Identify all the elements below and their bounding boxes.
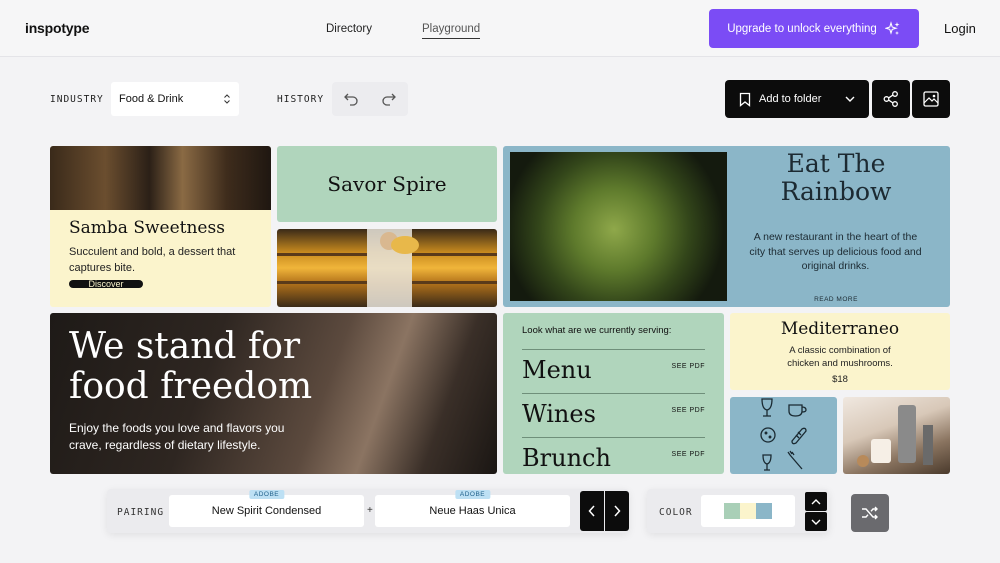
card-mediterraneo: Mediterraneo A classic combination of ch… [730, 313, 950, 390]
savor-title: Savor Spire [327, 172, 447, 196]
bookmark-icon [739, 92, 751, 107]
pairing-toolbar: PAIRING ADOBE New Spirit Condensed + ADO… [107, 489, 629, 533]
shuffle-button[interactable] [851, 494, 889, 532]
menu-row: Wines SEE PDF [522, 393, 705, 437]
add-to-folder-button[interactable]: Add to folder [725, 80, 869, 118]
menu-row: Brunch SEE PDF [522, 437, 705, 474]
med-price: $18 [832, 374, 848, 385]
coffee-cup-icon [788, 404, 807, 417]
freedom-body: Enjoy the foods you love and flavors you… [69, 421, 285, 452]
prev-color-button[interactable] [805, 492, 827, 511]
see-pdf-link[interactable]: SEE PDF [672, 451, 705, 458]
menu-item-label: Brunch [522, 444, 611, 472]
color-swatch [756, 503, 772, 519]
med-body: A classic combination of chicken and mus… [787, 345, 893, 369]
redo-button[interactable] [370, 82, 408, 116]
card-food-freedom: We stand for food freedom Enjoy the food… [50, 313, 497, 474]
sparkle-icon [884, 20, 900, 35]
industry-select[interactable]: Food & Drink [111, 82, 239, 116]
history-controls [332, 82, 408, 116]
adobe-badge: ADOBE [454, 490, 491, 499]
color-toolbar: COLOR [647, 489, 829, 533]
wine-glass-icon [761, 398, 773, 417]
apple-photo [510, 152, 727, 301]
share-button[interactable] [872, 80, 910, 118]
redo-icon [382, 93, 396, 106]
shuffle-icon [862, 506, 878, 520]
chevron-updown-icon [224, 94, 230, 104]
industry-value: Food & Drink [119, 93, 184, 105]
prev-pairing-button[interactable] [580, 491, 604, 531]
font-select-primary[interactable]: ADOBE New Spirit Condensed [169, 490, 364, 527]
see-pdf-link[interactable]: SEE PDF [672, 363, 705, 370]
nav-playground[interactable]: Playground [422, 23, 481, 39]
login-link[interactable]: Login [944, 21, 976, 36]
freedom-title: We stand for food freedom [69, 326, 313, 407]
coffee-photo [50, 146, 271, 210]
card-food-icons [730, 397, 837, 474]
chevron-left-icon [588, 505, 595, 517]
cookie-icon [760, 427, 776, 443]
font-primary-name: New Spirit Condensed [211, 505, 322, 517]
upgrade-button[interactable]: Upgrade to unlock everything [709, 9, 919, 48]
card-eat-the-rainbow: Eat The Rainbow A new restaurant in the … [503, 146, 950, 307]
next-pairing-button[interactable] [605, 491, 629, 531]
menu-row: Menu SEE PDF [522, 349, 705, 393]
next-color-button[interactable] [805, 512, 827, 531]
read-more-link[interactable]: READ MORE [736, 296, 936, 303]
add-to-folder-label: Add to folder [759, 93, 822, 105]
fork-icon [787, 450, 803, 470]
adobe-badge: ADOBE [248, 490, 285, 499]
samba-body: Succulent and bold, a dessert that captu… [69, 246, 236, 274]
font-secondary-name: Neue Haas Unica [429, 505, 516, 517]
discover-button[interactable]: Discover [69, 280, 143, 288]
color-palette-select[interactable] [701, 495, 795, 527]
menu-heading: Look what are we currently serving: [522, 325, 672, 336]
samba-title: Samba Sweetness [69, 218, 225, 238]
menu-item-label: Menu [522, 356, 592, 384]
rainbow-body: A new restaurant in the heart of the cit… [749, 231, 922, 272]
card-samba-sweetness: Samba Sweetness Succulent and bold, a de… [50, 146, 271, 307]
download-image-button[interactable] [912, 80, 950, 118]
wine-glass-icon [762, 454, 772, 471]
cheese-photo [277, 229, 497, 307]
color-swatch [724, 503, 740, 519]
color-label: COLOR [659, 507, 693, 518]
nav-directory[interactable]: Directory [326, 23, 372, 35]
chevron-down-icon [845, 96, 855, 102]
card-menu: Look what are we currently serving: Menu… [503, 313, 724, 474]
chevron-up-icon [811, 498, 821, 504]
food-icons-illustration [760, 398, 807, 471]
menu-item-label: Wines [522, 400, 596, 428]
bread-icon [791, 427, 807, 445]
top-header: inspotype Directory Playground Upgrade t… [0, 0, 1000, 57]
industry-label: INDUSTRY [50, 94, 104, 105]
see-pdf-link[interactable]: SEE PDF [672, 407, 705, 414]
pairing-label: PAIRING [117, 507, 165, 518]
med-title: Mediterraneo [780, 319, 900, 339]
chevron-right-icon [614, 505, 621, 517]
undo-button[interactable] [332, 82, 370, 116]
image-download-icon [923, 91, 939, 107]
share-icon [883, 91, 898, 107]
color-swatch [740, 503, 756, 519]
undo-icon [344, 93, 358, 106]
cocktail-image [857, 405, 933, 467]
font-select-secondary[interactable]: ADOBE Neue Haas Unica [375, 490, 570, 527]
upgrade-label: Upgrade to unlock everything [727, 22, 877, 35]
chevron-down-icon [811, 519, 821, 525]
logo[interactable]: inspotype [25, 20, 90, 36]
cocktail-photo [843, 397, 950, 474]
rainbow-title: Eat The Rainbow [780, 149, 892, 206]
card-savor-spire: Savor Spire [277, 146, 497, 222]
cheese-shelves-image [277, 229, 497, 307]
history-label: HISTORY [277, 94, 325, 105]
plus-sign: + [367, 505, 373, 516]
